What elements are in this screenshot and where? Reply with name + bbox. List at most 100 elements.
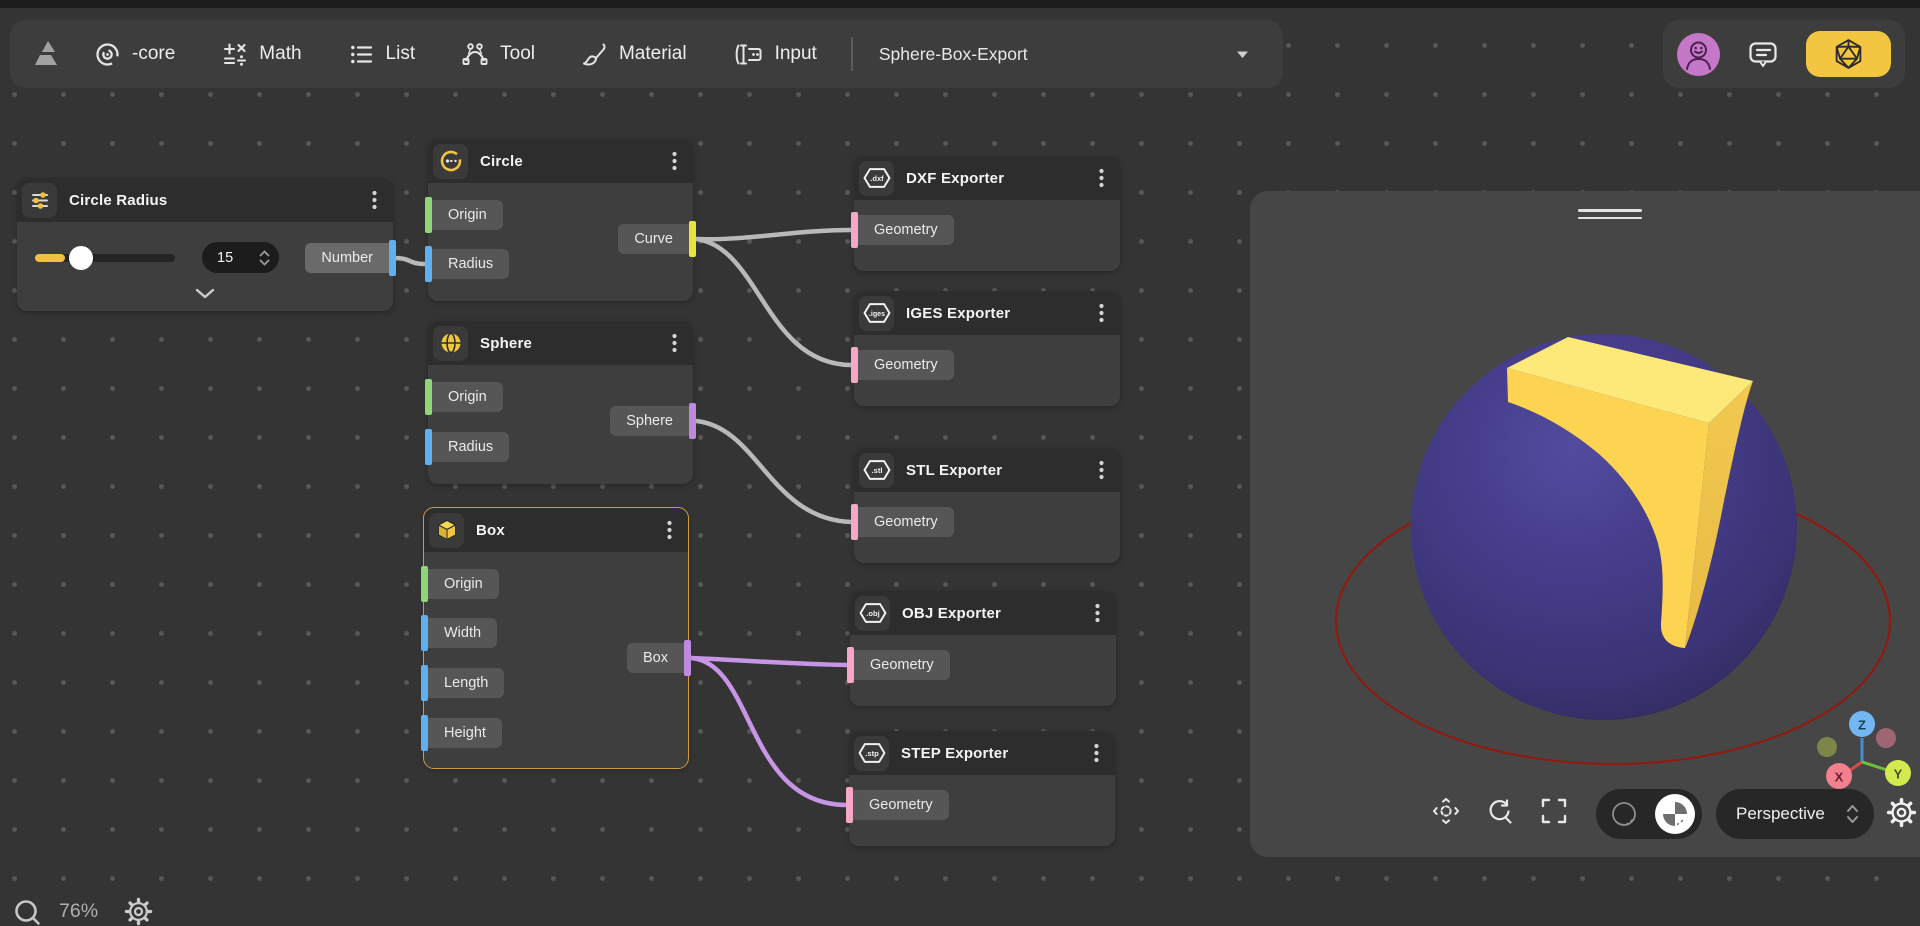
projection-select[interactable]: Perspective: [1716, 789, 1874, 839]
stepper-down-icon[interactable]: [259, 259, 270, 266]
slider-track[interactable]: [35, 254, 175, 262]
port-connector-origin[interactable]: [421, 566, 428, 602]
port-number-output[interactable]: Number: [305, 243, 396, 273]
port-connector-geometry[interactable]: [851, 347, 858, 383]
project-selector[interactable]: Sphere-Box-Export: [879, 44, 1249, 65]
port-connector-radius[interactable]: [425, 246, 432, 282]
viewport-settings-gear-icon[interactable]: [1886, 797, 1917, 828]
port-connector-geometry[interactable]: [851, 212, 858, 248]
port-radius[interactable]: Radius: [425, 249, 509, 279]
axis-neg-ball[interactable]: [1817, 737, 1837, 757]
node-header[interactable]: Circle Radius: [17, 178, 393, 222]
menu-item-core[interactable]: -core: [94, 41, 175, 68]
radius-value[interactable]: 15: [217, 250, 233, 266]
port-radius[interactable]: Radius: [425, 432, 509, 462]
kebab-menu-icon[interactable]: [1094, 460, 1108, 480]
port-connector-geometry[interactable]: [851, 504, 858, 540]
port-geometry[interactable]: Geometry: [846, 790, 949, 820]
radius-number-input[interactable]: 15: [202, 242, 279, 273]
port-connector-geometry[interactable]: [847, 647, 854, 683]
port-connector-width[interactable]: [421, 615, 428, 651]
zoom-magnifier-icon[interactable]: [13, 898, 41, 926]
kebab-menu-icon[interactable]: [1094, 303, 1108, 323]
fit-view-icon[interactable]: [1541, 798, 1567, 824]
port-geometry[interactable]: Geometry: [851, 350, 954, 380]
node-header[interactable]: .iges IGES Exporter: [854, 291, 1120, 335]
viewport-drag-handle[interactable]: [1578, 209, 1642, 219]
canvas-settings-gear-icon[interactable]: [124, 897, 153, 926]
port-connector-radius[interactable]: [425, 429, 432, 465]
kebab-menu-icon[interactable]: [367, 190, 381, 210]
radius-slider[interactable]: [35, 246, 175, 270]
port-connector-sphere[interactable]: [689, 403, 696, 439]
port-sphere-output[interactable]: Sphere: [610, 406, 696, 436]
port-geometry[interactable]: Geometry: [851, 215, 954, 245]
node-header[interactable]: .stp STEP Exporter: [849, 731, 1115, 775]
node-header[interactable]: .stl STL Exporter: [854, 448, 1120, 492]
stepper-up-icon[interactable]: [259, 250, 270, 257]
axis-neg-ball[interactable]: [1876, 728, 1896, 748]
node-header[interactable]: Sphere: [428, 321, 693, 365]
node-header[interactable]: .dxf DXF Exporter: [854, 156, 1120, 200]
menu-item-list[interactable]: List: [348, 41, 416, 68]
axis-gizmo[interactable]: Z X Y: [1817, 711, 1911, 789]
node-stl-exporter[interactable]: .stl STL Exporter Geometry: [854, 448, 1120, 563]
kebab-menu-icon[interactable]: [662, 520, 676, 540]
port-length[interactable]: Length: [421, 668, 504, 698]
port-connector-origin[interactable]: [425, 197, 432, 233]
shading-mode-toggle[interactable]: [1596, 789, 1702, 839]
node-circle[interactable]: Circle Origin Radius Curve: [428, 139, 693, 301]
port-box-output[interactable]: Box: [627, 643, 691, 673]
node-header[interactable]: Box: [424, 508, 688, 552]
node-box[interactable]: Box Origin Width Length Height Box: [424, 508, 688, 768]
node-circle-radius[interactable]: Circle Radius 15 Number: [17, 178, 393, 311]
kebab-menu-icon[interactable]: [667, 333, 681, 353]
wire-sphere-to-stl[interactable]: [696, 421, 851, 522]
kebab-menu-icon[interactable]: [667, 151, 681, 171]
app-logo[interactable]: [30, 38, 64, 70]
wire-curve-to-dxf[interactable]: [696, 230, 851, 239]
wire-box-to-step[interactable]: [691, 658, 846, 805]
menu-item-tool[interactable]: Tool: [461, 41, 535, 68]
pan-zoom-icon[interactable]: [1433, 798, 1459, 824]
zoom-level[interactable]: 76%: [59, 900, 98, 923]
port-geometry[interactable]: Geometry: [847, 650, 950, 680]
shaded-sphere-icon[interactable]: [1655, 794, 1695, 834]
kebab-menu-icon[interactable]: [1094, 168, 1108, 188]
port-geometry[interactable]: Geometry: [851, 507, 954, 537]
port-origin[interactable]: Origin: [425, 382, 503, 412]
menu-item-input[interactable]: Input: [733, 41, 817, 68]
wire-curve-to-iges[interactable]: [696, 239, 851, 365]
port-curve-output[interactable]: Curve: [618, 224, 696, 254]
port-connector-number[interactable]: [389, 240, 396, 276]
menu-item-material[interactable]: Material: [581, 41, 687, 68]
port-connector-length[interactable]: [421, 665, 428, 701]
3d-viewport[interactable]: Z X Y: [1250, 191, 1920, 857]
port-height[interactable]: Height: [421, 718, 502, 748]
wire-number-to-radius[interactable]: [394, 258, 425, 264]
kebab-menu-icon[interactable]: [1089, 743, 1103, 763]
port-connector-origin[interactable]: [425, 379, 432, 415]
chat-icon[interactable]: [1747, 38, 1779, 70]
rotate-view-icon[interactable]: [1486, 798, 1513, 825]
geometry-library-button[interactable]: [1806, 31, 1891, 77]
port-connector-curve[interactable]: [689, 221, 696, 257]
node-obj-exporter[interactable]: .obj OBJ Exporter Geometry: [850, 591, 1116, 706]
node-dxf-exporter[interactable]: .dxf DXF Exporter Geometry: [854, 156, 1120, 271]
port-origin[interactable]: Origin: [421, 569, 499, 599]
node-header[interactable]: .obj OBJ Exporter: [850, 591, 1116, 635]
port-connector-height[interactable]: [421, 715, 428, 751]
wire-box-to-obj[interactable]: [691, 658, 847, 665]
avatar[interactable]: [1677, 33, 1720, 76]
slider-thumb[interactable]: [69, 246, 93, 270]
node-iges-exporter[interactable]: .iges IGES Exporter Geometry: [854, 291, 1120, 406]
node-header[interactable]: Circle: [428, 139, 693, 183]
wireframe-sphere-icon[interactable]: [1609, 799, 1639, 829]
port-origin[interactable]: Origin: [425, 200, 503, 230]
kebab-menu-icon[interactable]: [1090, 603, 1104, 623]
expand-node-icon[interactable]: [195, 286, 215, 304]
node-sphere[interactable]: Sphere Origin Radius Sphere: [428, 321, 693, 484]
node-step-exporter[interactable]: .stp STEP Exporter Geometry: [849, 731, 1115, 846]
port-width[interactable]: Width: [421, 618, 497, 648]
viewport-scene[interactable]: Z X Y: [1250, 191, 1920, 857]
